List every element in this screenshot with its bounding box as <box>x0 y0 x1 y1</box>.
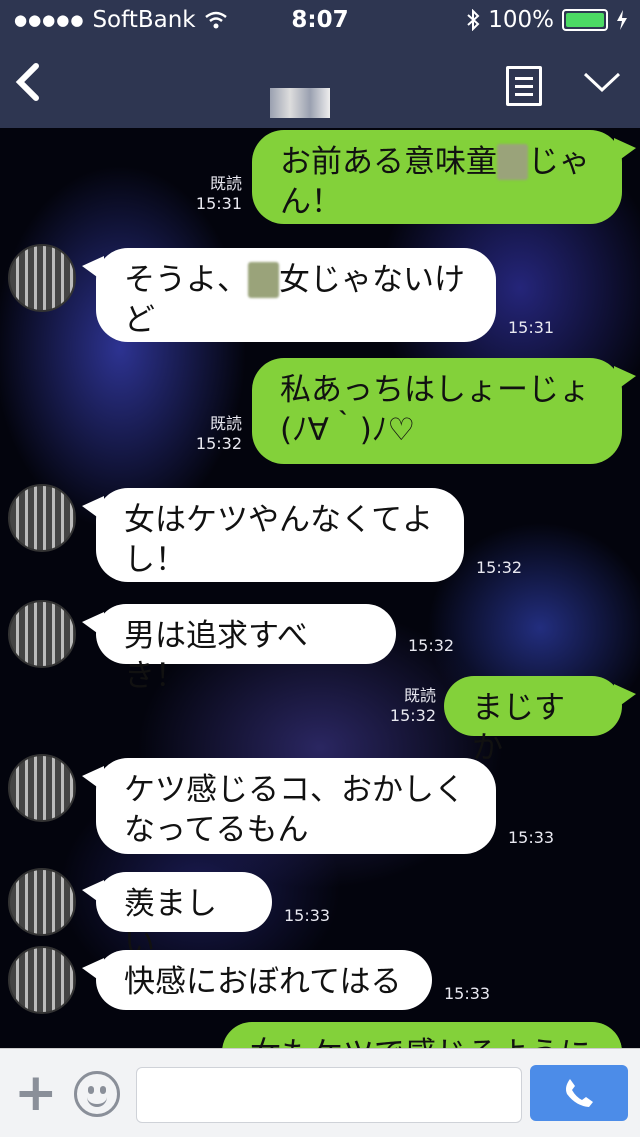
message-time: 15:33 <box>444 984 491 1003</box>
message-meta: 既読 15:32 <box>384 686 436 726</box>
message-text: ケツ感じるコ、おかしくなってるもん <box>124 772 465 848</box>
message-text: 女もケツで感じるように <box>250 1036 591 1048</box>
message-time: 15:33 <box>284 906 331 925</box>
message-time: 15:31 <box>508 318 555 337</box>
battery-icon <box>562 9 608 31</box>
message-text: 私あっちはしょーじょ(ﾉ∀｀)ﾉ♡ <box>280 372 590 448</box>
message-bubble[interactable]: ケツ感じるコ、おかしくなってるもん <box>82 758 496 854</box>
message-text: 男は追求すべき！ <box>124 618 308 694</box>
plus-icon[interactable]: + <box>14 1067 58 1119</box>
message-bubble[interactable]: 女もケツで感じるように <box>222 1022 622 1048</box>
message-bubble[interactable]: 私あっちはしょーじょ(ﾉ∀｀)ﾉ♡ <box>252 358 636 464</box>
hidden-character: 貞 <box>497 144 528 180</box>
message-bubble[interactable]: 男は追求すべき！ <box>82 604 396 694</box>
message-bubble[interactable]: そうよ、処女じゃないけど <box>82 248 496 342</box>
message-time: 15:33 <box>508 828 555 847</box>
message-time: 15:32 <box>389 706 436 725</box>
message-bubble[interactable]: 女はケツやんなくてよし！ <box>82 488 464 582</box>
avatar[interactable] <box>8 868 76 936</box>
message-bubble[interactable]: まじすか <box>444 676 636 766</box>
message-time: 15:32 <box>195 434 242 453</box>
message-time: 15:31 <box>195 194 242 213</box>
message-text: 快感におぼれてはる <box>124 964 402 1000</box>
avatar[interactable] <box>8 754 76 822</box>
message-bubble[interactable]: お前ある意味童貞じゃん！ <box>252 130 636 224</box>
message-text: そうよ、 <box>124 262 248 298</box>
bluetooth-icon <box>467 9 480 31</box>
battery-fill <box>566 13 604 27</box>
call-button[interactable] <box>530 1065 628 1121</box>
message-time: 15:32 <box>408 636 455 655</box>
chevron-down-icon[interactable] <box>582 66 622 96</box>
back-button[interactable] <box>14 60 42 112</box>
message-text: まじすか <box>472 690 565 766</box>
battery-percent: 100% <box>488 7 554 33</box>
phone-icon <box>566 1079 593 1107</box>
contact-name-redacted[interactable] <box>270 88 330 118</box>
emoji-icon[interactable] <box>74 1071 120 1117</box>
note-icon[interactable] <box>506 66 542 106</box>
read-receipt: 既読 <box>209 174 242 193</box>
status-bar: ●●●●● SoftBank 8:07 100% <box>0 0 640 40</box>
avatar[interactable] <box>8 600 76 668</box>
message-input[interactable] <box>136 1067 522 1123</box>
avatar[interactable] <box>8 484 76 552</box>
message-meta: 既読 15:32 <box>190 414 242 454</box>
chevron-left-icon <box>15 63 39 101</box>
message-meta: 既読 15:31 <box>190 174 242 214</box>
avatar[interactable] <box>8 946 76 1014</box>
read-receipt: 既読 <box>403 686 436 705</box>
hidden-character: 処 <box>248 262 279 298</box>
chat-header <box>0 40 640 128</box>
message-bubble[interactable]: 羨ましい <box>82 872 272 962</box>
message-bubble[interactable]: 快感におぼれてはる <box>82 950 432 1010</box>
message-text: 女はケツやんなくてよし！ <box>124 502 434 578</box>
message-text: お前ある意味童 <box>280 144 497 180</box>
read-receipt: 既読 <box>209 414 242 433</box>
charging-icon <box>617 10 627 30</box>
input-bar: + <box>0 1048 640 1137</box>
status-right: 100% <box>466 7 628 33</box>
avatar[interactable] <box>8 244 76 312</box>
chat-area[interactable]: 既読 15:31 お前ある意味童貞じゃん！ そうよ、処女じゃないけど 15:31… <box>0 128 640 1048</box>
message-time: 15:32 <box>476 558 523 577</box>
